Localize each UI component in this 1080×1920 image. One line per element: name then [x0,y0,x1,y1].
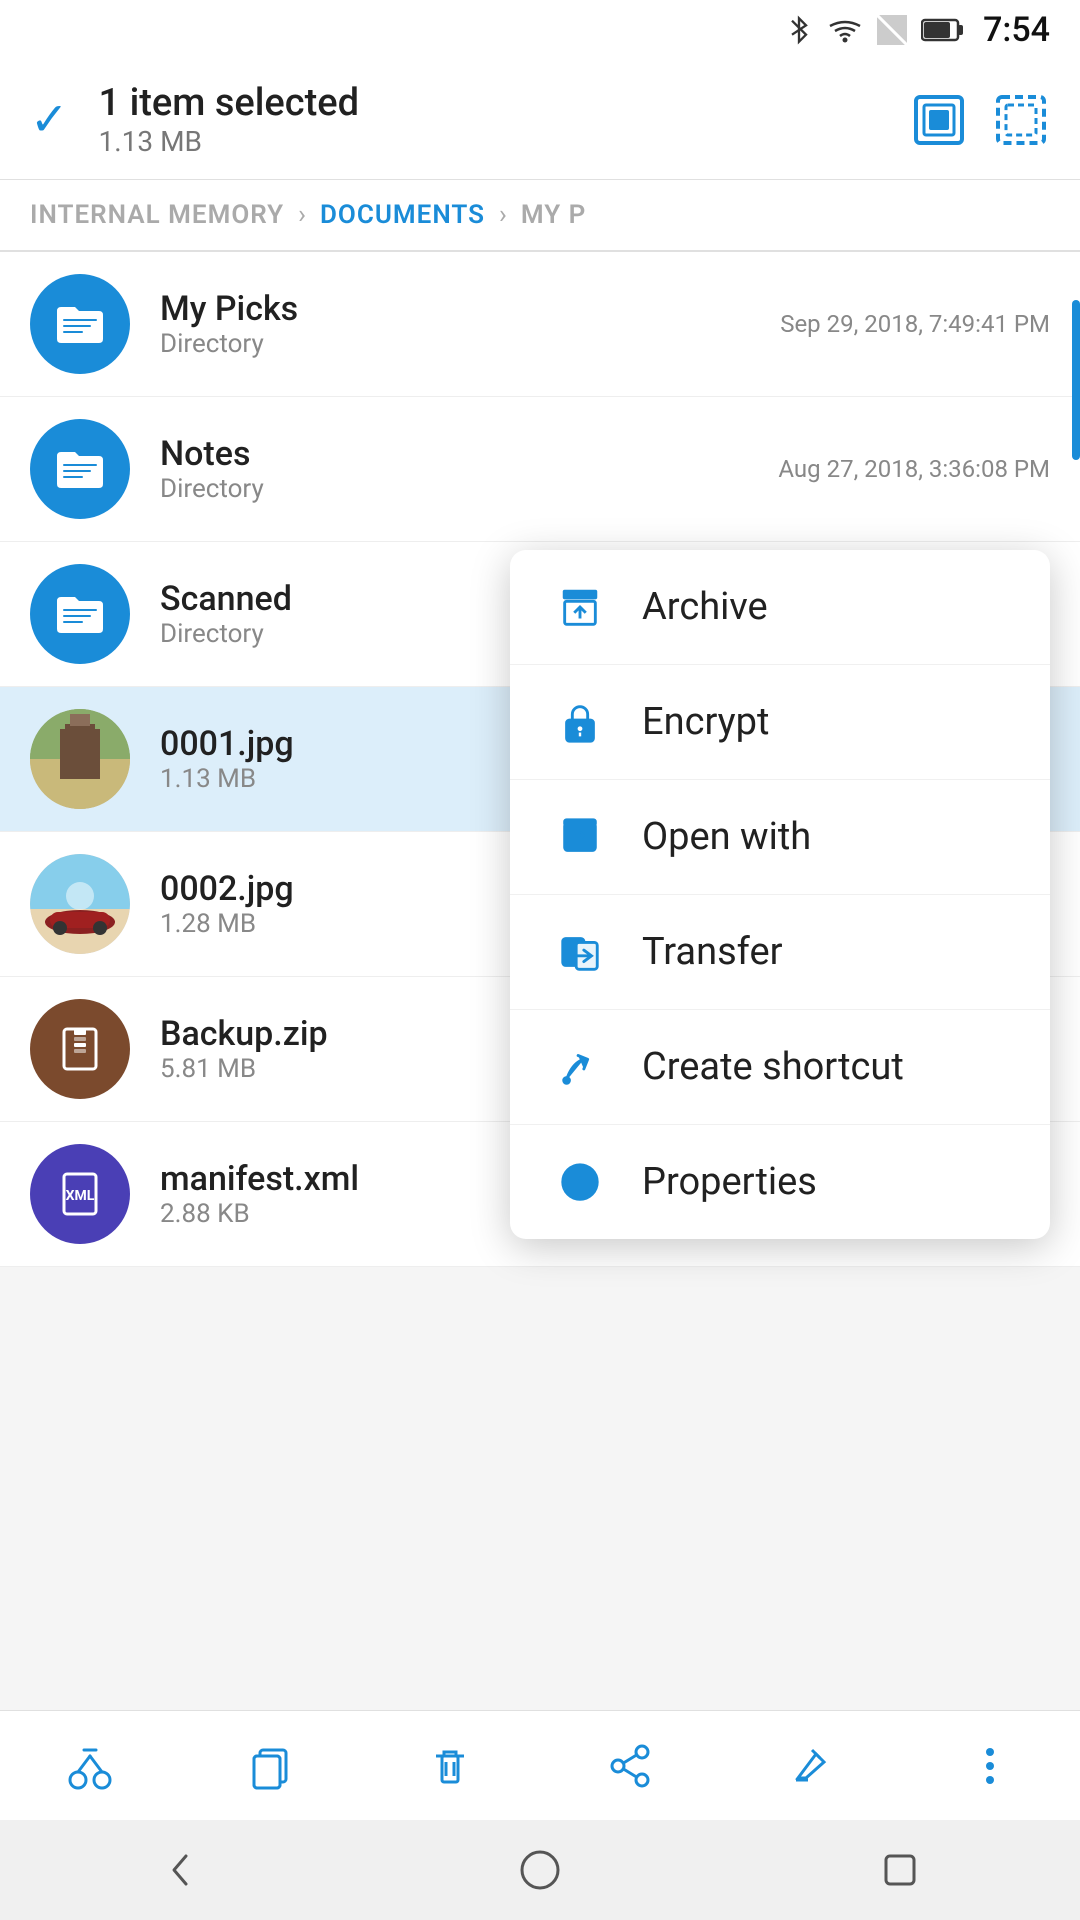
delete-button[interactable] [424,1740,476,1792]
context-menu-item-open-with[interactable]: Open with [510,780,1050,895]
bluetooth-icon [785,12,813,48]
file-thumbnail [30,854,130,954]
context-label-open-with: Open with [642,815,811,859]
back-button[interactable] [140,1830,220,1910]
battery-icon [921,17,965,43]
checkmark-icon: ✓ [30,92,69,147]
properties-icon [554,1159,606,1205]
file-date: Sep 29, 2018, 7:49:41 PM [780,310,1050,338]
folder-icon [53,591,107,637]
encrypt-icon [554,699,606,745]
signal-icon [877,15,907,45]
archive-icon [554,584,606,630]
breadcrumb-arrow-1: › [298,200,306,230]
context-menu-item-create-shortcut[interactable]: Create shortcut [510,1010,1050,1125]
context-menu-item-encrypt[interactable]: Encrypt [510,665,1050,780]
selected-count: 1 item selected [99,81,360,125]
xml-icon: XML [54,1168,106,1220]
zip-icon-circle [30,999,130,1099]
breadcrumb-arrow-2: › [499,200,507,230]
select-all-icon[interactable] [910,91,968,149]
file-type: Directory [160,474,748,504]
folder-icon [53,301,107,347]
scrollbar-thumb[interactable] [1072,300,1080,460]
bottom-toolbar [0,1710,1080,1820]
file-name: Notes [160,434,748,474]
context-menu-item-properties[interactable]: Properties [510,1125,1050,1239]
folder-icon-circle [30,419,130,519]
rename-button[interactable] [784,1740,836,1792]
status-icons [785,12,965,48]
breadcrumb-internal[interactable]: INTERNAL MEMORY [30,200,284,230]
deselect-icon[interactable] [992,91,1050,149]
context-menu-item-archive[interactable]: Archive [510,550,1050,665]
transfer-icon [554,929,606,975]
context-label-create-shortcut: Create shortcut [642,1045,904,1089]
cut-button[interactable] [64,1740,116,1792]
folder-icon-circle [30,274,130,374]
context-label-transfer: Transfer [642,930,782,974]
share-button[interactable] [604,1740,656,1792]
breadcrumb-documents[interactable]: DOCUMENTS [320,200,485,230]
top-bar: ✓ 1 item selected 1.13 MB [0,60,1080,180]
file-date: Aug 27, 2018, 3:36:08 PM [778,455,1050,483]
context-label-properties: Properties [642,1160,817,1204]
more-button[interactable] [964,1740,1016,1792]
file-type: Directory [160,329,750,359]
nav-bar [0,1820,1080,1920]
home-button[interactable] [500,1830,580,1910]
context-label-archive: Archive [642,585,768,629]
context-menu-item-transfer[interactable]: Transfer [510,895,1050,1010]
context-label-encrypt: Encrypt [642,700,769,744]
context-menu: Archive Encrypt Open with [510,550,1050,1239]
recents-button[interactable] [860,1830,940,1910]
folder-icon [53,446,107,492]
svg-text:XML: XML [66,1188,95,1204]
status-bar: 7:54 [0,0,1080,60]
list-item[interactable]: My Picks Directory Sep 29, 2018, 7:49:41… [0,252,1080,397]
zip-icon [54,1023,106,1075]
list-item[interactable]: Notes Directory Aug 27, 2018, 3:36:08 PM [0,397,1080,542]
file-name: My Picks [160,289,750,329]
breadcrumb: INTERNAL MEMORY › DOCUMENTS › MY P [0,180,1080,252]
file-thumbnail [30,709,130,809]
folder-icon-circle [30,564,130,664]
copy-button[interactable] [244,1740,296,1792]
create-shortcut-icon [554,1044,606,1090]
breadcrumb-myp: MY P [521,200,587,230]
selected-size: 1.13 MB [99,125,360,158]
status-time: 7:54 [983,10,1050,50]
open-with-icon [554,814,606,860]
wifi-icon [827,16,863,44]
xml-icon-circle: XML [30,1144,130,1244]
